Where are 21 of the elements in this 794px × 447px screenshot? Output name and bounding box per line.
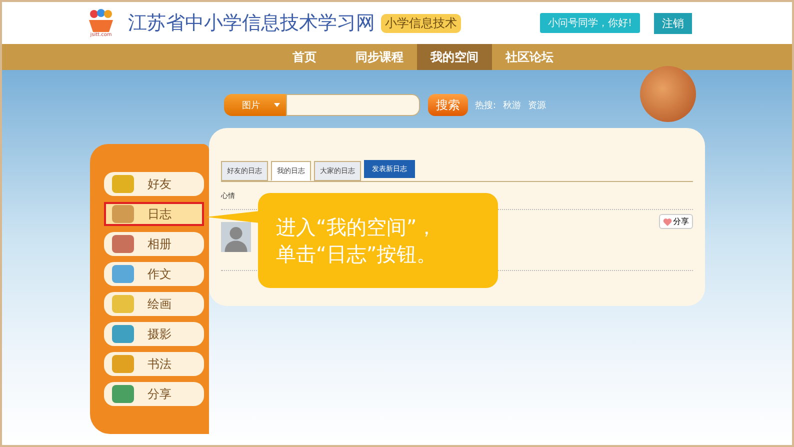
- sidebar-item[interactable]: 书法: [104, 352, 204, 376]
- share-button[interactable]: 分享: [659, 214, 693, 229]
- people-logo-icon: [86, 8, 116, 32]
- caret-icon: [274, 103, 280, 107]
- sidebar-item[interactable]: 摄影: [104, 322, 204, 346]
- sidebar-item[interactable]: 好友: [104, 172, 204, 196]
- nav-tab[interactable]: 我的空间: [417, 44, 492, 70]
- sidebar-item[interactable]: 日志: [104, 202, 204, 226]
- site-badge: 小学信息技术: [381, 14, 461, 32]
- heart-icon: [663, 218, 672, 226]
- search-field[interactable]: [286, 94, 420, 116]
- callout-text: 单击“日志”按钮。: [276, 240, 438, 268]
- greeting-label: 小问号同学，你好!: [540, 13, 640, 33]
- callout-text: 进入“我的空间”，: [276, 214, 438, 240]
- sidebar-item[interactable]: 作文: [104, 262, 204, 286]
- sidebar-item[interactable]: 分享: [104, 382, 204, 406]
- sidebar-item[interactable]: 相册: [104, 232, 204, 256]
- sidebar-item[interactable]: 绘画: [104, 292, 204, 316]
- avatar-icon: [221, 222, 251, 252]
- hot-label: 热搜:: [475, 100, 496, 112]
- site-title: 江苏省中小学信息技术学习网: [128, 11, 375, 36]
